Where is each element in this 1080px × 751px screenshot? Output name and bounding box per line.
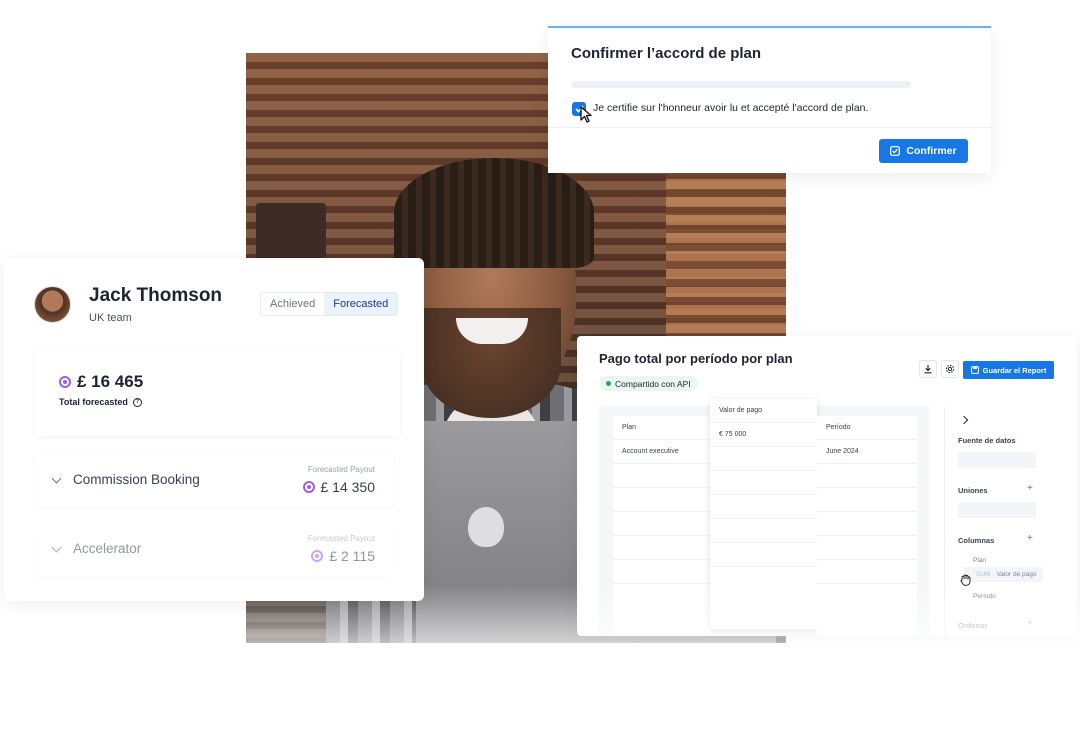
columns-label: Columnas bbox=[958, 536, 995, 545]
grab-hand-icon bbox=[960, 574, 971, 586]
download-button[interactable] bbox=[919, 360, 937, 378]
agreement-checkbox-label: Je certifie sur l'honneur avoir lu et ac… bbox=[593, 102, 869, 114]
avatar bbox=[34, 286, 71, 323]
joins-label: Uniones bbox=[958, 486, 988, 495]
commission-row-sublabel: Forecasted Payout bbox=[307, 534, 375, 543]
table-cell-empty bbox=[817, 488, 917, 512]
commission-row-label: Accelerator bbox=[73, 541, 142, 556]
table-cell-empty bbox=[613, 488, 711, 512]
table-cell-empty bbox=[613, 536, 711, 560]
column-plan: Plan Account executive bbox=[613, 416, 711, 636]
plus-icon[interactable]: + bbox=[1027, 533, 1033, 544]
table-cell: Account executive bbox=[613, 440, 711, 464]
column-item-sum[interactable]: SUM Valor de pago bbox=[963, 567, 1043, 582]
column-header[interactable]: Plan bbox=[613, 416, 711, 440]
chevron-right-icon[interactable] bbox=[959, 415, 969, 425]
commission-row-amount: £ 2 115 bbox=[329, 548, 375, 564]
table-cell: June 2024 bbox=[817, 440, 917, 464]
commission-row-booking[interactable]: Commission Booking Forecasted Payout £ 1… bbox=[35, 455, 393, 507]
agreement-progress-bar bbox=[571, 81, 911, 88]
view-toggle: Achieved Forecasted bbox=[260, 292, 399, 316]
coin-icon bbox=[59, 376, 71, 388]
column-item-label: Valor de pago bbox=[996, 571, 1037, 578]
report-builder-panel: Pago total por período por plan Comparti… bbox=[577, 336, 1077, 636]
table-cell-empty bbox=[613, 560, 711, 584]
chevron-down-icon[interactable] bbox=[51, 473, 62, 484]
total-forecast: £ 16 465 bbox=[59, 372, 143, 392]
confirm-button[interactable]: Confirmer bbox=[879, 139, 968, 163]
confirm-plan-dialog: Confirmer l’accord de plan Je certifie s… bbox=[548, 26, 991, 173]
check-square-icon bbox=[890, 146, 901, 156]
table-cell-empty bbox=[710, 495, 817, 519]
report-title: Pago total por período por plan bbox=[599, 351, 793, 366]
commission-row-value: £ 14 350 bbox=[302, 479, 376, 495]
joins-input[interactable] bbox=[958, 502, 1036, 518]
plus-icon[interactable]: + bbox=[1027, 483, 1033, 494]
person-hair bbox=[394, 158, 594, 268]
shelf bbox=[256, 203, 326, 263]
shared-api-badge: Compartido con API bbox=[599, 376, 698, 391]
shared-api-badge-label: Compartido con API bbox=[615, 378, 691, 389]
column-header[interactable]: Valor de pago bbox=[710, 399, 817, 423]
save-report-label: Guardar el Report bbox=[982, 365, 1047, 375]
plus-icon[interactable]: + bbox=[1027, 618, 1033, 629]
total-forecast-label-row: Total forecasted ? bbox=[59, 397, 142, 407]
save-report-button[interactable]: Guardar el Report bbox=[963, 361, 1054, 379]
table-cell-empty bbox=[613, 512, 711, 536]
cursor-icon bbox=[580, 106, 592, 123]
table-cell: € 75 000 bbox=[710, 423, 817, 447]
commission-row-label: Commission Booking bbox=[73, 472, 200, 487]
profile-team: UK team bbox=[89, 312, 132, 324]
report-table: Plan Account executive Valor de pago € 7… bbox=[599, 399, 929, 636]
table-cell-empty bbox=[710, 471, 817, 495]
confirm-button-label: Confirmer bbox=[906, 145, 957, 157]
coin-icon bbox=[311, 550, 324, 562]
commission-row-value: £ 2 115 bbox=[311, 548, 375, 564]
settings-icon bbox=[945, 364, 955, 374]
table-cell-empty bbox=[710, 447, 817, 471]
tab-achieved[interactable]: Achieved bbox=[261, 293, 324, 315]
chevron-down-icon[interactable] bbox=[51, 542, 62, 553]
dialog-divider bbox=[548, 127, 991, 128]
settings-button[interactable] bbox=[941, 360, 959, 378]
marketing-composite: Confirmer l’accord de plan Je certifie s… bbox=[0, 0, 1080, 751]
column-periodo: Período June 2024 bbox=[817, 416, 917, 636]
status-dot bbox=[606, 381, 611, 386]
laptop-logo bbox=[468, 507, 504, 547]
dialog-title: Confirmer l’accord de plan bbox=[571, 45, 762, 62]
commission-profile-card: Jack Thomson UK team Achieved Forecasted… bbox=[4, 258, 424, 601]
column-item[interactable]: Período bbox=[973, 593, 996, 600]
data-source-select[interactable] bbox=[958, 452, 1036, 468]
help-icon[interactable]: ? bbox=[132, 397, 142, 407]
table-cell-empty bbox=[817, 536, 917, 560]
tab-forecasted[interactable]: Forecasted bbox=[324, 293, 398, 315]
report-config-sidebar: Fuente de datos Uniones + Columnas + Pla… bbox=[944, 406, 1059, 636]
total-forecast-value: £ 16 465 bbox=[77, 372, 144, 391]
commission-row-amount: £ 14 350 bbox=[320, 479, 376, 495]
coin-icon bbox=[302, 481, 315, 493]
table-cell-empty bbox=[710, 519, 817, 543]
commission-row-accelerator[interactable]: Accelerator Forecasted Payout £ 2 115 bbox=[35, 524, 393, 576]
table-cell-empty bbox=[817, 560, 917, 584]
sort-label: Ordenar bbox=[958, 621, 988, 630]
total-forecast-box: £ 16 465 Total forecasted ? bbox=[35, 350, 400, 436]
total-forecast-label: Total forecasted bbox=[59, 397, 128, 407]
column-valor-de-pago[interactable]: Valor de pago € 75 000 bbox=[710, 399, 817, 629]
table-cell-empty bbox=[817, 464, 917, 488]
download-icon bbox=[924, 365, 932, 374]
data-source-label: Fuente de datos bbox=[958, 436, 1016, 445]
column-header[interactable]: Período bbox=[817, 416, 917, 440]
sum-tag: SUM bbox=[976, 571, 991, 578]
table-cell-empty bbox=[710, 543, 817, 567]
commission-row-sublabel: Forecasted Payout bbox=[307, 465, 375, 474]
save-icon bbox=[970, 366, 979, 374]
table-cell-empty bbox=[613, 464, 711, 488]
profile-name: Jack Thomson bbox=[89, 285, 223, 306]
column-item[interactable]: Plan bbox=[973, 557, 986, 564]
table-cell-empty bbox=[817, 512, 917, 536]
